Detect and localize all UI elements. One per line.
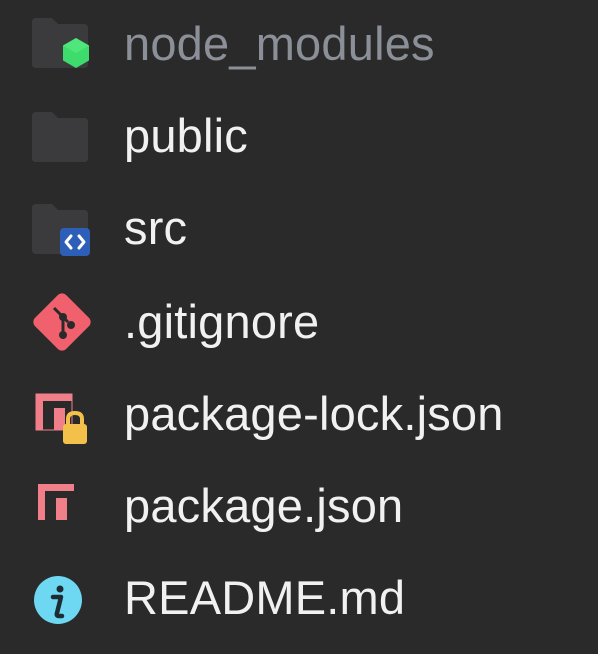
folder-src-icon (32, 204, 90, 256)
tree-item-label: public (124, 109, 249, 162)
tree-item-public[interactable]: public (0, 92, 598, 184)
folder-icon (32, 112, 88, 162)
tree-item-package-json[interactable]: package.json (0, 460, 598, 552)
file-explorer: node_modules public src .gitignore packa… (0, 0, 598, 654)
npm-icon (38, 484, 74, 520)
tree-item-src[interactable]: src (0, 184, 598, 276)
tree-item-label: README.md (124, 571, 406, 624)
tree-item-label: node_modules (124, 17, 435, 70)
tree-item-label: package.json (124, 479, 404, 532)
info-icon (34, 576, 82, 624)
npm-lock-icon (35, 393, 87, 444)
tree-item-gitignore[interactable]: .gitignore (0, 276, 598, 368)
tree-item-node-modules[interactable]: node_modules (0, 0, 598, 92)
folder-node-icon (32, 18, 89, 68)
tree-item-label: src (124, 201, 188, 254)
git-icon (33, 293, 91, 351)
tree-item-readme[interactable]: README.md (0, 552, 598, 644)
tree-item-label: package-lock.json (124, 387, 504, 440)
tree-item-package-lock[interactable]: package-lock.json (0, 368, 598, 460)
tree-item-label: .gitignore (124, 295, 320, 348)
